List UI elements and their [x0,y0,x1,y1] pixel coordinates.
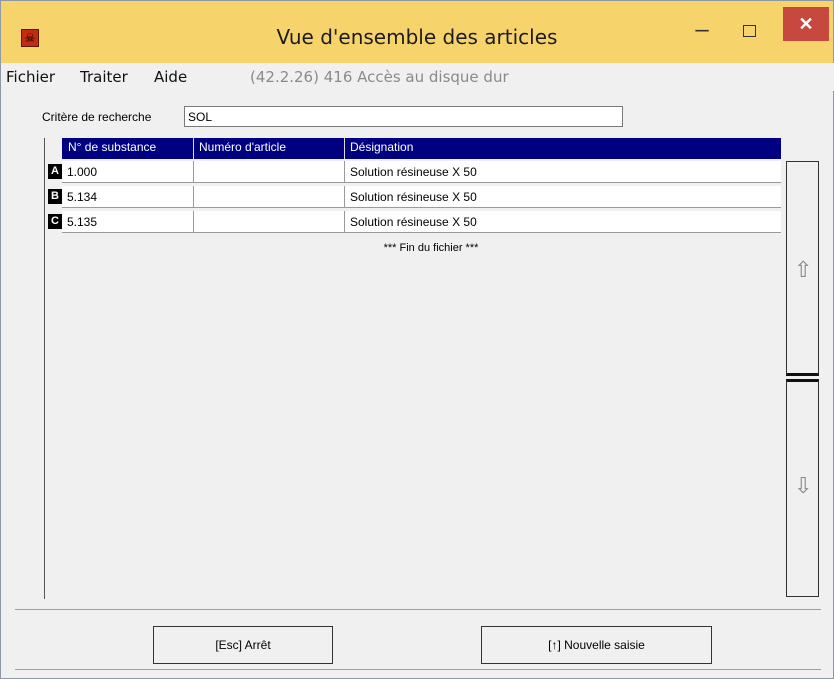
row-tag[interactable]: A [48,164,62,179]
cell-divider [344,161,345,183]
divider [15,669,821,670]
cell-divider [193,161,194,183]
close-button[interactable]: ✕ [783,7,829,41]
column-header-designation[interactable]: Désignation [350,140,413,154]
title-bar[interactable]: ☠ Vue d'ensemble des articles – ✕ [1,1,833,63]
cell-designation: Solution résineuse X 50 [350,215,477,229]
column-divider [344,138,345,159]
menu-aide[interactable]: Aide [154,68,187,86]
cell-substance: 1.000 [67,165,98,179]
maximize-icon [743,25,756,37]
scroll-up-arrow-icon: ⇧ [794,257,813,282]
stop-button[interactable]: [Esc] Arrêt [153,626,333,664]
menu-traiter[interactable]: Traiter [80,68,128,86]
cell-substance: 5.134 [67,190,98,204]
table-row[interactable]: 1.000 Solution résineuse X 50 [62,161,781,183]
search-label: Critère de recherche [42,110,152,124]
scroll-up-button[interactable]: ⇧ [786,161,819,376]
cell-divider [344,211,345,233]
minimize-button[interactable]: – [689,18,715,43]
maximize-button[interactable] [736,21,762,41]
row-tag[interactable]: C [48,214,62,229]
cell-divider [344,186,345,208]
status-text: (42.2.26) 416 Accès au disque dur [250,68,509,86]
cell-designation: Solution résineuse X 50 [350,190,477,204]
vertical-scrollbar[interactable]: ⇧ ⇩ [786,161,819,597]
menu-fichier[interactable]: Fichier [6,68,55,86]
cell-substance: 5.135 [67,215,98,229]
table-row[interactable]: 5.134 Solution résineuse X 50 [62,186,781,208]
table-row[interactable]: 5.135 Solution résineuse X 50 [62,211,781,233]
cell-divider [193,211,194,233]
column-header-substance[interactable]: N° de substance [68,140,156,154]
scroll-down-arrow-icon: ⇩ [794,473,813,498]
menu-bar: Fichier Traiter Aide (42.2.26) 416 Accès… [2,63,834,91]
search-input[interactable] [184,106,623,127]
cell-designation: Solution résineuse X 50 [350,165,477,179]
application-window: ☠ Vue d'ensemble des articles – ✕ Fichie… [0,0,834,679]
column-divider [193,138,194,159]
scroll-down-button[interactable]: ⇩ [786,379,819,597]
table-header: N° de substance Numéro d'article Désigna… [62,138,781,159]
row-tag[interactable]: B [48,189,62,204]
column-header-article[interactable]: Numéro d'article [199,140,286,154]
end-of-file-text: *** Fin du fichier *** [383,242,479,254]
new-entry-button[interactable]: [↑] Nouvelle saisie [481,626,712,664]
cell-divider [193,186,194,208]
